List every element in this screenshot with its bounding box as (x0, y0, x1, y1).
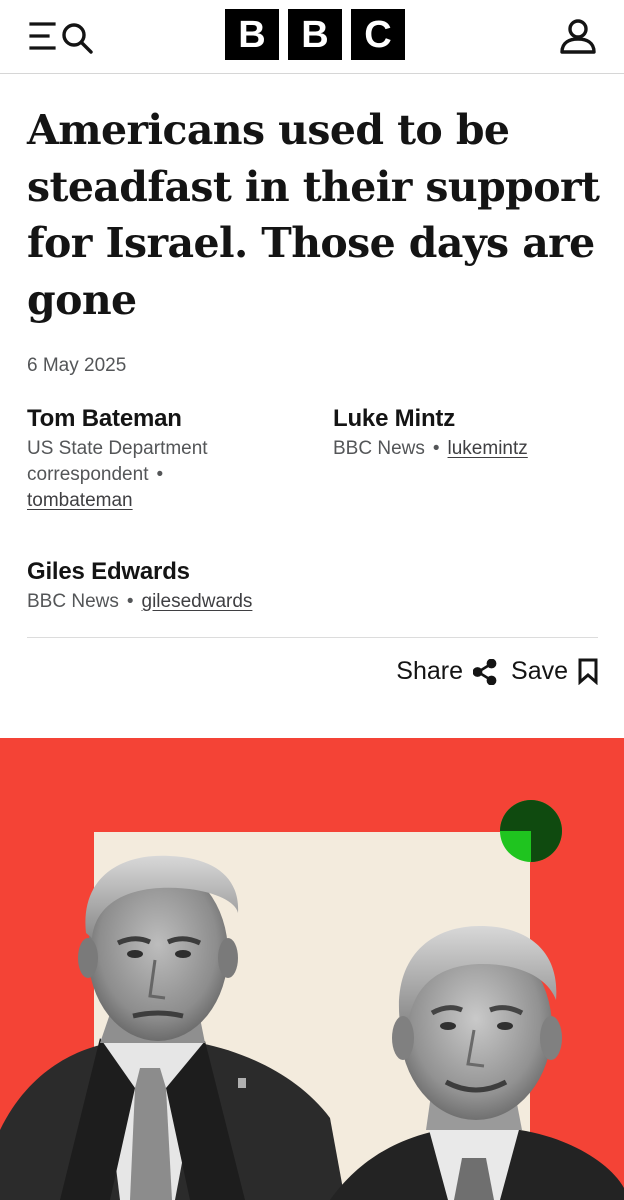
hero-illustration (0, 800, 624, 1200)
search-icon (62, 23, 93, 54)
author-name: Luke Mintz (333, 405, 455, 432)
author-meta: US State Department correspondent • tomba… (27, 436, 317, 514)
author-handle-link[interactable]: tombateman (27, 490, 133, 511)
separator-dot: • (126, 591, 134, 612)
green-dot-accent (500, 800, 562, 862)
share-button[interactable]: Share (396, 657, 497, 686)
byline-author-3: Giles Edwards BBC News • gilesedwards (27, 557, 317, 615)
author-handle-link[interactable]: lukemintz (448, 438, 528, 459)
byline-author-1: Tom Bateman US State Department correspo… (27, 404, 317, 514)
save-button[interactable]: Save (511, 657, 598, 686)
byline-author-2: Luke Mintz BBC News • lukemintz (333, 404, 623, 462)
author-handle-link[interactable]: gilesedwards (142, 591, 253, 612)
share-label: Share (396, 657, 464, 685)
author-role: BBC News (27, 591, 119, 612)
byline-divider (27, 637, 598, 638)
logo-letter-b1: B (225, 9, 279, 60)
article-actions: Share Save (396, 657, 598, 686)
bbc-logo[interactable]: B B C (225, 9, 405, 60)
article-date: 6 May 2025 (27, 355, 127, 376)
separator-dot: • (432, 438, 440, 459)
share-icon (473, 658, 497, 685)
save-label: Save (511, 657, 568, 685)
logo-letter-b2: B (288, 9, 342, 60)
account-icon (560, 19, 596, 54)
author-meta: BBC News • lukemintz (333, 436, 623, 462)
author-role: US State Department correspondent (27, 438, 208, 485)
author-name: Giles Edwards (27, 558, 190, 585)
site-header: B B C (0, 0, 624, 74)
menu-search-button[interactable] (28, 20, 98, 54)
account-button[interactable] (558, 16, 598, 56)
hero-image (0, 738, 624, 1200)
author-meta: BBC News • gilesedwards (27, 589, 317, 615)
bookmark-icon (578, 658, 598, 685)
menu-icon (29, 22, 93, 54)
author-name: Tom Bateman (27, 405, 182, 432)
logo-letter-c: C (351, 9, 405, 60)
author-role: BBC News (333, 438, 425, 459)
article-headline: Americans used to be steadfast in their … (27, 106, 600, 324)
separator-dot: • (156, 464, 164, 485)
